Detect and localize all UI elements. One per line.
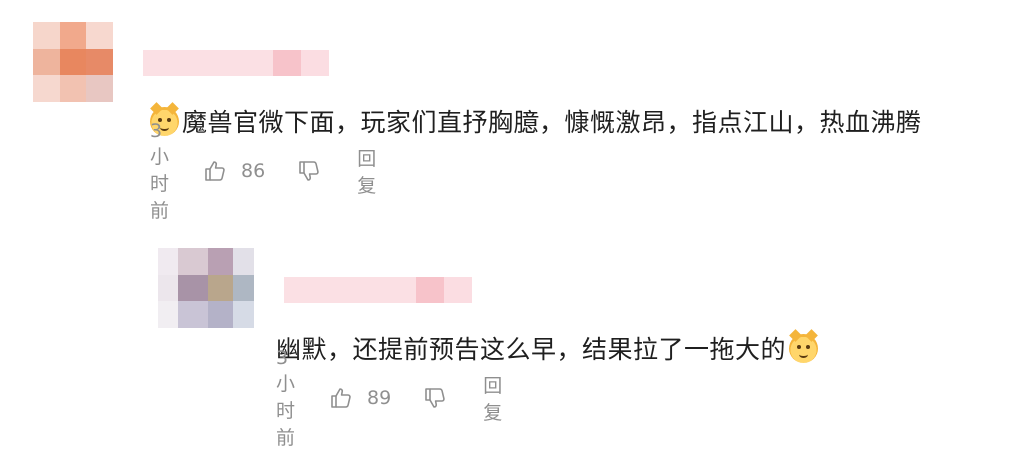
like-count: 86 (241, 160, 266, 182)
dislike-button[interactable] (423, 386, 447, 410)
thumbs-up-icon (331, 388, 351, 408)
thumbs-up-icon (205, 161, 225, 181)
like-button[interactable]: 89 (329, 386, 391, 410)
like-button[interactable]: 86 (203, 159, 265, 183)
comment-meta: 3小时前 86 回复 (150, 120, 376, 222)
comment-text: 魔兽官微下面，玩家们直抒胸臆，慷慨激昂，指点江山，热血沸腾 (150, 104, 922, 138)
reply-button[interactable]: 回复 (357, 144, 376, 198)
avatar[interactable] (158, 248, 254, 328)
like-count: 89 (367, 387, 392, 409)
avatar[interactable] (33, 22, 113, 102)
thumbs-down-icon (299, 161, 319, 181)
timestamp: 3小时前 (276, 346, 296, 449)
cat-face-icon (789, 333, 819, 363)
comment-body: 幽默，还提前预告这么早，结果拉了一拖大的 (276, 335, 787, 364)
comment-text: 幽默，还提前预告这么早，结果拉了一拖大的 (276, 331, 819, 365)
username-blurred[interactable] (284, 277, 472, 303)
dislike-button[interactable] (297, 159, 321, 183)
reply-button[interactable]: 回复 (483, 371, 502, 425)
thumbs-down-icon (425, 388, 445, 408)
comment-meta: 3小时前 89 回复 (276, 347, 502, 449)
timestamp: 3小时前 (150, 119, 170, 222)
comment-body: 魔兽官微下面，玩家们直抒胸臆，慷慨激昂，指点江山，热血沸腾 (182, 108, 922, 137)
username-blurred[interactable] (143, 50, 329, 76)
